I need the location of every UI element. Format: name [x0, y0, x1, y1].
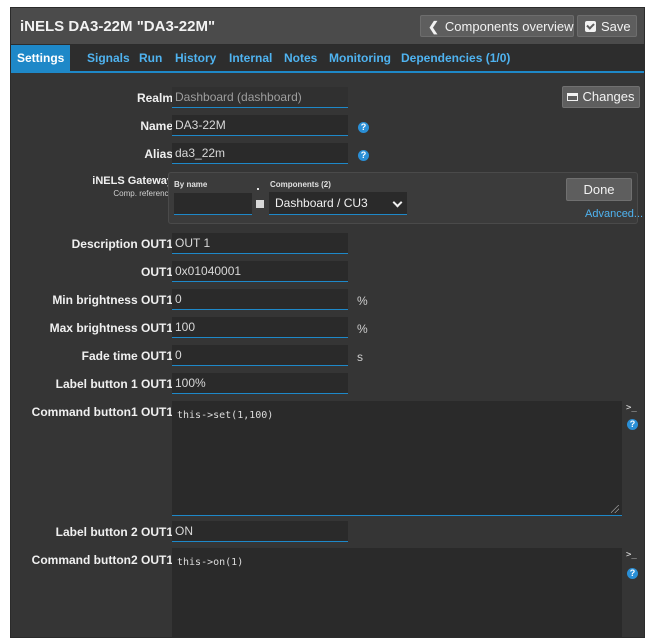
command-button1-help-icon[interactable]: ?	[627, 419, 638, 430]
alias-label: Alias	[144, 147, 173, 161]
max-brightness-unit: %	[357, 322, 368, 336]
alias-help-icon[interactable]: ?	[358, 150, 369, 161]
command-button1-label: Command button1 OUT1	[31, 405, 173, 419]
separator-dot	[257, 188, 259, 190]
label-button1-label: Label button 1 OUT1	[55, 377, 173, 391]
components-overview-label: Components overview	[444, 19, 574, 34]
command-button2-help-icon[interactable]: ?	[627, 568, 638, 579]
component-window: iNELS DA3-22M "DA3-22M" ❮ Components over…	[10, 7, 645, 638]
command-button2-editor[interactable]: this->on(1)	[172, 548, 622, 637]
fade-time-unit: s	[357, 350, 363, 364]
components-overview-button[interactable]: ❮ Components overview	[420, 15, 574, 37]
min-brightness-unit: %	[357, 294, 368, 308]
fade-time-label: Fade time OUT1	[81, 349, 173, 363]
tab-settings[interactable]: Settings	[11, 45, 71, 71]
out1-field[interactable]: 0x01040001	[172, 261, 348, 282]
chevron-down-icon	[392, 197, 403, 208]
components-select[interactable]: Dashboard / CU3	[269, 192, 407, 215]
changes-button[interactable]: Changes	[562, 86, 640, 108]
tab-monitoring[interactable]: Monitoring	[329, 45, 391, 71]
done-button[interactable]: Done	[566, 178, 632, 201]
label-button2-label: Label button 2 OUT1	[55, 525, 173, 539]
tab-internal[interactable]: Internal	[229, 45, 272, 71]
title-bar: iNELS DA3-22M "DA3-22M" ❮ Components over…	[11, 8, 644, 45]
resize-handle[interactable]	[611, 505, 619, 513]
name-field[interactable]: DA3-22M	[172, 115, 348, 136]
by-name-input[interactable]	[174, 193, 252, 215]
gateway-panel: By name Components (2) Dashboard / CU3 D…	[168, 172, 643, 224]
advanced-link[interactable]: Advanced...	[585, 208, 643, 220]
save-button[interactable]: Save	[577, 15, 637, 37]
changes-icon	[567, 93, 579, 101]
tab-bar: Settings Signals Run History Internal No…	[11, 45, 644, 73]
tab-signals[interactable]: Signals	[87, 45, 130, 71]
terminal-icon[interactable]: >_	[626, 403, 637, 413]
tab-history[interactable]: History	[175, 45, 216, 71]
realm-field: Dashboard (dashboard)	[172, 87, 348, 108]
tab-dependencies[interactable]: Dependencies (1/0)	[401, 45, 510, 71]
comp-reference-label: Comp. reference	[113, 189, 173, 198]
alias-field[interactable]: da3_22m	[172, 143, 348, 164]
description-out1-field[interactable]: OUT 1	[172, 233, 348, 254]
tab-notes[interactable]: Notes	[284, 45, 317, 71]
description-out1-label: Description OUT1	[71, 237, 173, 251]
command-button2-label: Command button2 OUT1	[31, 553, 173, 567]
command-button1-editor[interactable]: this->set(1,100)	[172, 401, 622, 516]
chevron-left-icon: ❮	[428, 19, 439, 34]
min-brightness-field[interactable]: 0	[172, 289, 348, 310]
gateway-label: iNELS Gateway	[92, 175, 173, 187]
label-button1-field[interactable]: 100%	[172, 373, 348, 394]
tab-run[interactable]: Run	[139, 45, 162, 71]
terminal-icon[interactable]: >_	[626, 550, 637, 560]
selected-component: Dashboard / CU3	[275, 196, 368, 210]
min-brightness-label: Min brightness OUT1	[52, 293, 173, 307]
name-label: Name	[140, 119, 173, 133]
by-name-checkbox[interactable]	[256, 200, 264, 208]
changes-label: Changes	[582, 89, 635, 104]
max-brightness-label: Max brightness OUT1	[49, 321, 173, 335]
max-brightness-field[interactable]: 100	[172, 317, 348, 338]
fade-time-field[interactable]: 0	[172, 345, 348, 366]
window-title: iNELS DA3-22M "DA3-22M"	[20, 18, 216, 35]
save-label: Save	[601, 19, 631, 34]
by-name-label: By name	[174, 180, 208, 189]
realm-label: Realm	[136, 91, 173, 105]
checkbox-checked-icon	[585, 21, 596, 32]
components-label: Components (2)	[270, 180, 331, 189]
out1-label: OUT1	[140, 265, 173, 279]
name-help-icon[interactable]: ?	[358, 122, 369, 133]
label-button2-field[interactable]: ON	[172, 521, 348, 542]
